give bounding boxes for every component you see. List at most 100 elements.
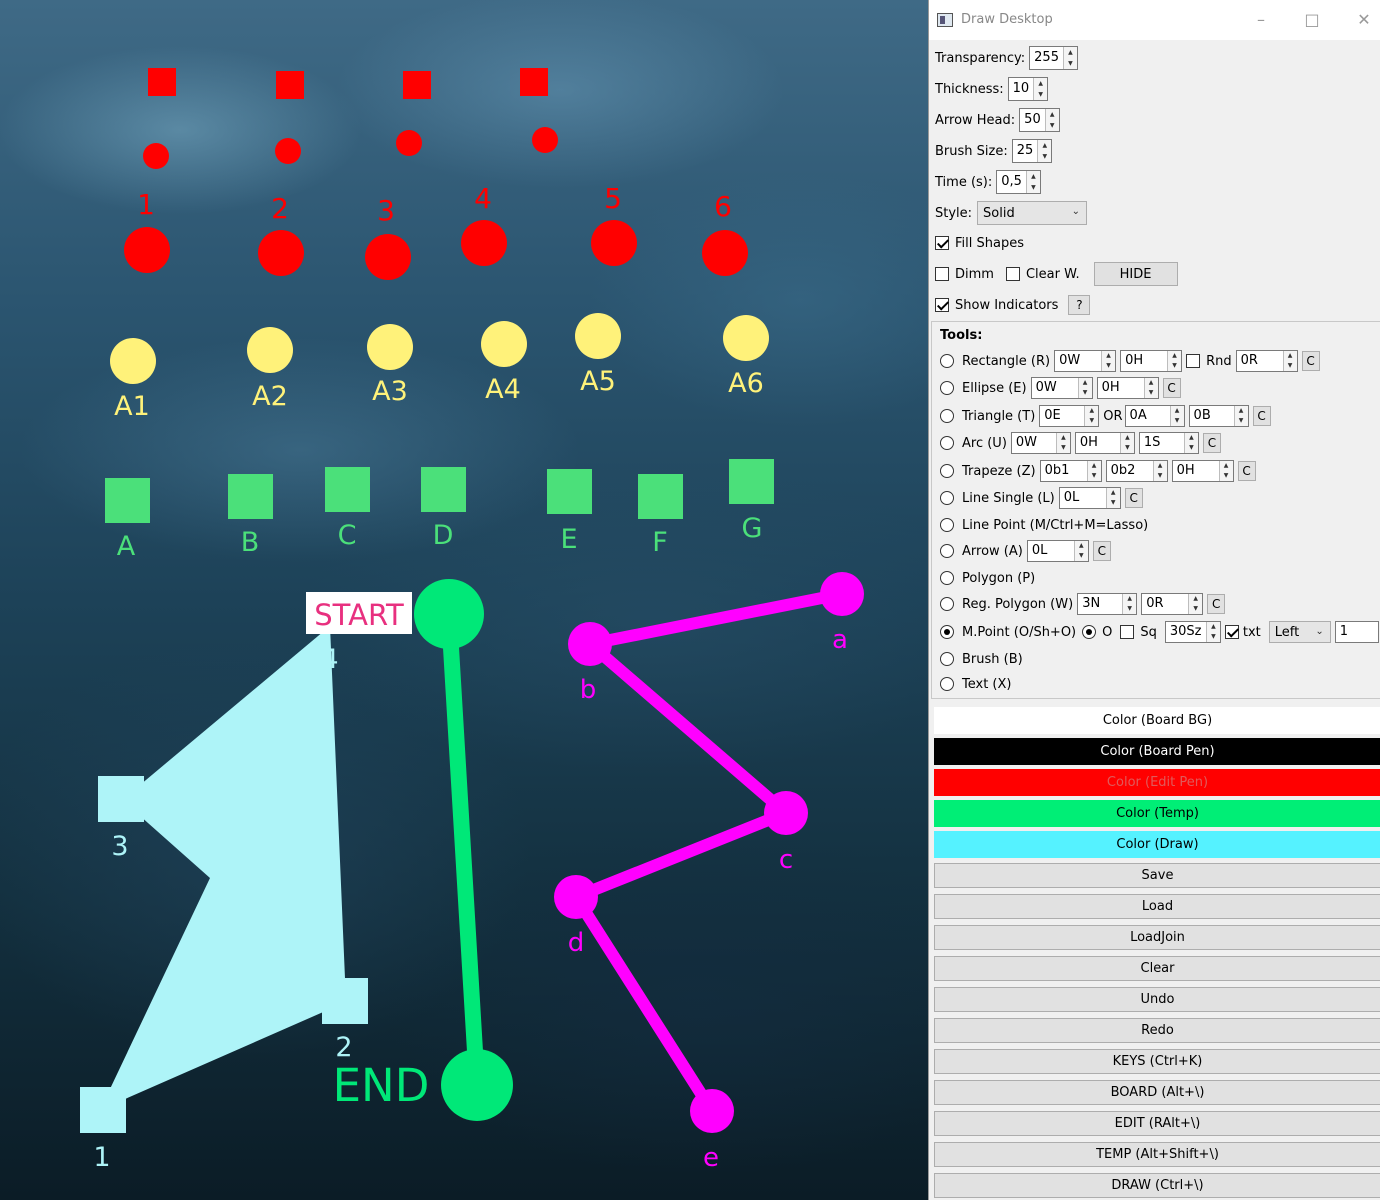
transparency-value[interactable]: 255 xyxy=(1030,47,1063,69)
tool-line-single[interactable]: Line Single (L) 0L ▲ ▼ C xyxy=(940,486,1143,510)
rectangle-clear-button[interactable]: C xyxy=(1301,351,1320,371)
fill-shapes-checkbox[interactable] xyxy=(935,236,949,250)
line-single-length-field[interactable]: 0L ▲ ▼ xyxy=(1058,487,1121,509)
arrowhead-spinner[interactable]: 50 ▲ ▼ xyxy=(1019,108,1060,132)
ellipse-height-value[interactable]: 0H xyxy=(1098,378,1144,398)
trapeze-b1-value[interactable]: 0b1 xyxy=(1041,461,1087,481)
magenta-polyline[interactable] xyxy=(570,588,844,1115)
color-edit-pen-button[interactable]: Color (Edit Pen) xyxy=(934,769,1380,796)
line-point-radio[interactable] xyxy=(940,518,954,532)
rnd-checkbox[interactable] xyxy=(1186,354,1201,368)
tool-trapeze[interactable]: Trapeze (Z) 0b1 ▲ ▼ 0b2 ▲ ▼ 0H ▲ ▼ C xyxy=(940,459,1256,483)
spin-down-icon[interactable]: ▼ xyxy=(1034,89,1047,100)
trapeze-b2-field[interactable]: 0b2 ▲ ▼ xyxy=(1105,460,1168,482)
close-button[interactable]: ✕ xyxy=(1349,8,1379,32)
cyan-vertex[interactable] xyxy=(80,1087,126,1133)
spin-down-icon[interactable]: ▼ xyxy=(1064,58,1077,69)
red-circle[interactable] xyxy=(124,227,170,273)
spin-up-icon[interactable]: ▲ xyxy=(1038,140,1051,151)
style-select[interactable]: Solid ⌄ xyxy=(977,201,1088,225)
mpoint-sq-checkbox[interactable] xyxy=(1120,625,1135,639)
arc-clear-button[interactable]: C xyxy=(1202,433,1221,453)
undo-button[interactable]: Undo xyxy=(934,987,1380,1012)
rectangle-width-field[interactable]: 0W ▲ ▼ xyxy=(1054,350,1117,372)
spin-down-icon[interactable]: ▼ xyxy=(1207,632,1220,642)
cyan-polygon[interactable] xyxy=(100,626,346,1110)
minimize-button[interactable]: – xyxy=(1246,8,1276,32)
brushsize-value[interactable]: 25 xyxy=(1013,140,1038,162)
line-single-radio[interactable] xyxy=(940,491,954,505)
rectangle-width-value[interactable]: 0W xyxy=(1055,351,1101,371)
rectangle-height-value[interactable]: 0H xyxy=(1121,351,1167,371)
spin-up-icon[interactable]: ▲ xyxy=(1284,351,1297,361)
green-line[interactable] xyxy=(441,606,485,1093)
keys-button[interactable]: KEYS (Ctrl+K) xyxy=(934,1049,1380,1074)
spin-down-icon[interactable]: ▼ xyxy=(1235,416,1248,426)
green-square[interactable] xyxy=(228,474,273,519)
magenta-point[interactable] xyxy=(690,1089,734,1133)
cyan-vertex[interactable] xyxy=(322,978,368,1024)
reg-polygon-n-field[interactable]: 3N ▲ ▼ xyxy=(1077,593,1138,615)
tool-line-point[interactable]: Line Point (M/Ctrl+M=Lasso) xyxy=(940,513,1148,537)
spin-up-icon[interactable]: ▲ xyxy=(1107,488,1120,498)
triangle-e-field[interactable]: 0E ▲ ▼ xyxy=(1039,405,1100,427)
red-square[interactable] xyxy=(148,68,176,96)
spin-up-icon[interactable]: ▲ xyxy=(1085,406,1098,416)
arc-height-field[interactable]: 0H ▲ ▼ xyxy=(1074,432,1135,454)
cyan-vertex[interactable] xyxy=(98,776,144,822)
ellipse-width-field[interactable]: 0W ▲ ▼ xyxy=(1030,377,1093,399)
spin-up-icon[interactable]: ▲ xyxy=(1220,461,1233,471)
thickness-spinner[interactable]: 10 ▲ ▼ xyxy=(1007,77,1049,101)
green-square[interactable] xyxy=(325,467,370,512)
spin-up-icon[interactable]: ▲ xyxy=(1185,433,1198,443)
tool-polygon[interactable]: Polygon (P) xyxy=(940,566,1035,590)
spin-down-icon[interactable]: ▼ xyxy=(1088,471,1101,481)
clear-w-checkbox[interactable] xyxy=(1005,267,1020,281)
rectangle-radio[interactable] xyxy=(940,354,954,368)
triangle-b-field[interactable]: 0B ▲ ▼ xyxy=(1188,405,1249,427)
spin-down-icon[interactable]: ▼ xyxy=(1027,182,1040,193)
mpoint-align-select[interactable]: Left ⌄ xyxy=(1268,621,1331,643)
clear-button[interactable]: Clear xyxy=(934,956,1380,981)
trapeze-b1-field[interactable]: 0b1 ▲ ▼ xyxy=(1039,460,1102,482)
spin-up-icon[interactable]: ▲ xyxy=(1121,433,1134,443)
spin-down-icon[interactable]: ▼ xyxy=(1102,361,1115,371)
load-button[interactable]: Load xyxy=(934,894,1380,919)
title-bar[interactable]: Draw Desktop – □ ✕ xyxy=(929,0,1380,40)
rectangle-height-field[interactable]: 0H ▲ ▼ xyxy=(1120,350,1183,372)
spin-down-icon[interactable]: ▼ xyxy=(1107,498,1120,508)
text-radio[interactable] xyxy=(940,677,954,691)
color-draw-button[interactable]: Color (Draw) xyxy=(934,831,1380,858)
arc-s-value[interactable]: 1S xyxy=(1140,433,1184,453)
spin-up-icon[interactable]: ▲ xyxy=(1088,461,1101,471)
dimm-checkbox[interactable] xyxy=(935,267,949,281)
red-circle[interactable] xyxy=(365,234,411,280)
line-single-clear-button[interactable]: C xyxy=(1124,488,1143,508)
tool-reg-polygon[interactable]: Reg. Polygon (W) 3N ▲ ▼ 0R ▲ ▼ C xyxy=(940,592,1226,616)
arc-radio[interactable] xyxy=(940,436,954,450)
green-square[interactable] xyxy=(547,469,592,514)
arrow-length-value[interactable]: 0L xyxy=(1028,541,1074,561)
spin-up-icon[interactable]: ▲ xyxy=(1145,378,1158,388)
triangle-e-value[interactable]: 0E xyxy=(1040,406,1084,426)
mpoint-size-value[interactable]: 30Sz xyxy=(1166,622,1206,642)
spin-up-icon[interactable]: ▲ xyxy=(1168,351,1181,361)
spin-down-icon[interactable]: ▼ xyxy=(1079,388,1092,398)
spin-up-icon[interactable]: ▲ xyxy=(1057,433,1070,443)
triangle-radio[interactable] xyxy=(940,409,954,423)
line-single-length-value[interactable]: 0L xyxy=(1060,488,1106,508)
green-square[interactable] xyxy=(105,478,150,523)
tool-triangle[interactable]: Triangle (T) 0E ▲ ▼ OR 0A ▲ ▼ 0B ▲ ▼ C xyxy=(940,404,1271,428)
ellipse-height-field[interactable]: 0H ▲ ▼ xyxy=(1096,377,1159,399)
spin-up-icon[interactable]: ▲ xyxy=(1064,47,1077,58)
spin-down-icon[interactable]: ▼ xyxy=(1075,551,1088,561)
ellipse-clear-button[interactable]: C xyxy=(1162,378,1181,398)
red-dot[interactable] xyxy=(532,127,558,153)
reg-polygon-n-value[interactable]: 3N xyxy=(1078,594,1122,614)
mpoint-index-field[interactable]: 1 xyxy=(1334,621,1379,643)
arrow-clear-button[interactable]: C xyxy=(1092,541,1111,561)
magenta-point[interactable] xyxy=(764,791,808,835)
tool-arc[interactable]: Arc (U) 0W ▲ ▼ 0H ▲ ▼ 1S ▲ ▼ C xyxy=(940,431,1221,455)
spin-down-icon[interactable]: ▼ xyxy=(1189,604,1202,614)
spin-up-icon[interactable]: ▲ xyxy=(1154,461,1167,471)
